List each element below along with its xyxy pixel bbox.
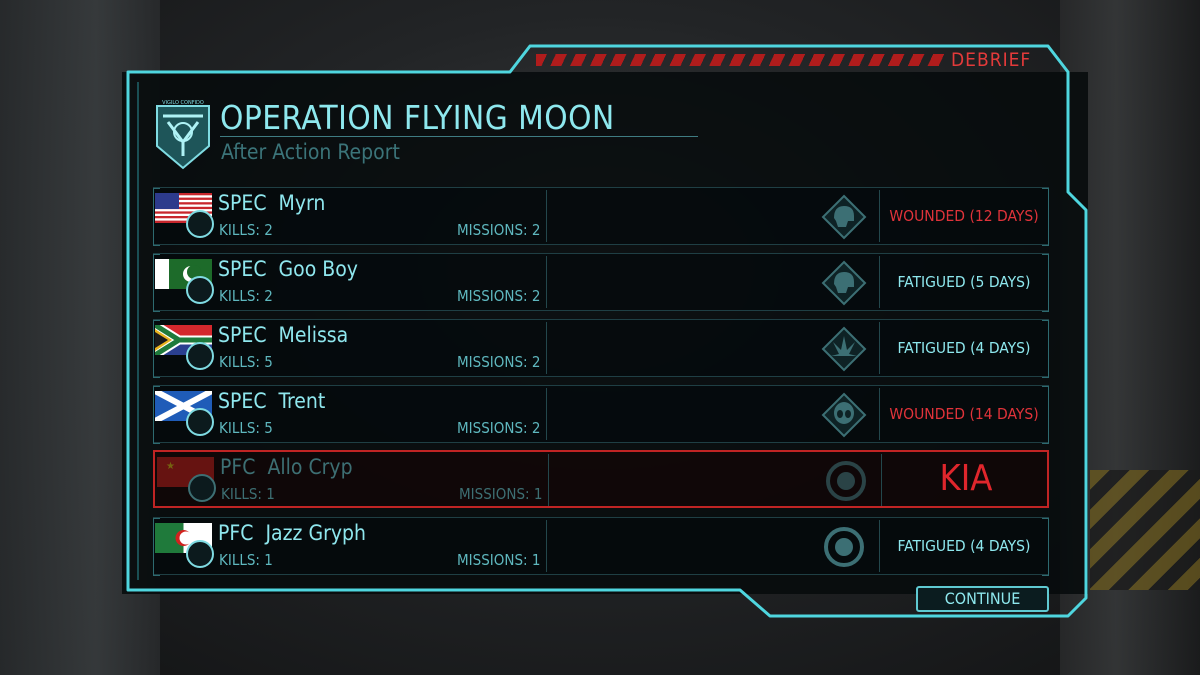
soldier-status-icon (186, 276, 214, 304)
row-divider (546, 190, 547, 242)
warning-stripes (536, 54, 946, 66)
soldier-name-text: Trent (278, 389, 326, 413)
soldier-missions: MISSIONS: 1 (457, 551, 541, 569)
soldier-status: WOUNDED (14 DAYS) (889, 405, 1039, 423)
soldier-status-icon (186, 408, 214, 436)
soldier-kills: KILLS: 2 (219, 221, 273, 239)
soldier-kills: KILLS: 5 (219, 419, 273, 437)
soldier-row[interactable]: SPEC Melissa KILLS: 5 MISSIONS: 2 FATIGU… (153, 319, 1049, 378)
svg-text:★: ★ (166, 461, 175, 472)
soldier-name: PFC Allo Cryp (220, 455, 353, 479)
soldier-name-text: Melissa (278, 323, 349, 347)
soldier-status-icon (188, 474, 216, 502)
soldier-rank: SPEC (218, 389, 267, 413)
hazard-stripes-decor (1090, 470, 1200, 590)
soldier-name: SPEC Myrn (218, 191, 325, 215)
badge-motto: VIGILO CONFIDO (162, 100, 204, 106)
soldier-status-icon (186, 210, 214, 238)
soldier-kills: KILLS: 5 (219, 353, 273, 371)
support-burst-icon (821, 326, 867, 372)
rookie-circle-icon (823, 458, 869, 504)
soldier-status: FATIGUED (4 DAYS) (897, 537, 1031, 555)
soldier-rank: SPEC (218, 257, 267, 281)
soldier-name-text: Allo Cryp (267, 455, 353, 479)
soldier-kills: KILLS: 1 (219, 551, 273, 569)
xcom-badge-icon: VIGILO CONFIDO (154, 98, 212, 170)
soldier-kills: KILLS: 1 (221, 485, 275, 503)
soldier-name-text: Goo Boy (278, 257, 358, 281)
row-divider (548, 454, 549, 506)
soldier-status: FATIGUED (5 DAYS) (897, 273, 1031, 291)
soldier-row[interactable]: SPEC Myrn KILLS: 2 MISSIONS: 2 WOUNDED (… (153, 187, 1049, 246)
debrief-tab: DEBRIEF (526, 46, 1046, 72)
row-divider (546, 322, 547, 374)
rookie-circle-icon (821, 524, 867, 570)
report-subtitle: After Action Report (221, 140, 400, 164)
row-divider (546, 256, 547, 308)
assault-helmet-icon (821, 194, 867, 240)
soldier-row[interactable]: SPEC Goo Boy KILLS: 2 MISSIONS: 2 FATIGU… (153, 253, 1049, 312)
operation-title: OPERATION FLYING MOON (220, 98, 615, 137)
soldier-row[interactable]: SPEC Trent KILLS: 5 MISSIONS: 2 WOUNDED … (153, 385, 1049, 444)
soldier-missions: MISSIONS: 2 (457, 419, 541, 437)
soldier-status: KIA (939, 458, 993, 499)
soldier-status: FATIGUED (4 DAYS) (897, 339, 1031, 357)
debrief-label: DEBRIEF (951, 49, 1032, 71)
continue-button[interactable]: CONTINUE (916, 586, 1049, 612)
soldier-name: SPEC Melissa (218, 323, 348, 347)
soldier-missions: MISSIONS: 2 (457, 221, 541, 239)
soldier-rank: PFC (220, 455, 256, 479)
soldier-rank: SPEC (218, 323, 267, 347)
assault-helmet-icon (821, 260, 867, 306)
soldier-missions: MISSIONS: 2 (457, 353, 541, 371)
soldier-status-icon (186, 540, 214, 568)
soldier-missions: MISSIONS: 1 (459, 485, 543, 503)
soldier-kills: KILLS: 2 (219, 287, 273, 305)
soldier-status: WOUNDED (12 DAYS) (889, 207, 1039, 225)
soldier-rank: SPEC (218, 191, 267, 215)
soldier-rank: PFC (218, 521, 254, 545)
row-divider (546, 520, 547, 572)
soldier-status-icon (186, 342, 214, 370)
soldier-name-text: Jazz Gryph (265, 521, 366, 545)
soldier-name: SPEC Trent (218, 389, 325, 413)
soldier-name: SPEC Goo Boy (218, 257, 358, 281)
title-divider (220, 136, 698, 137)
soldier-name: PFC Jazz Gryph (218, 521, 366, 545)
soldier-row[interactable]: PFC Jazz Gryph KILLS: 1 MISSIONS: 1 FATI… (153, 517, 1049, 576)
soldier-row-kia[interactable]: ★ PFC Allo Cryp KILLS: 1 MISSIONS: 1 KIA (153, 450, 1049, 508)
soldier-name-text: Myrn (278, 191, 326, 215)
alien-head-icon (821, 392, 867, 438)
soldier-missions: MISSIONS: 2 (457, 287, 541, 305)
row-divider (546, 388, 547, 440)
